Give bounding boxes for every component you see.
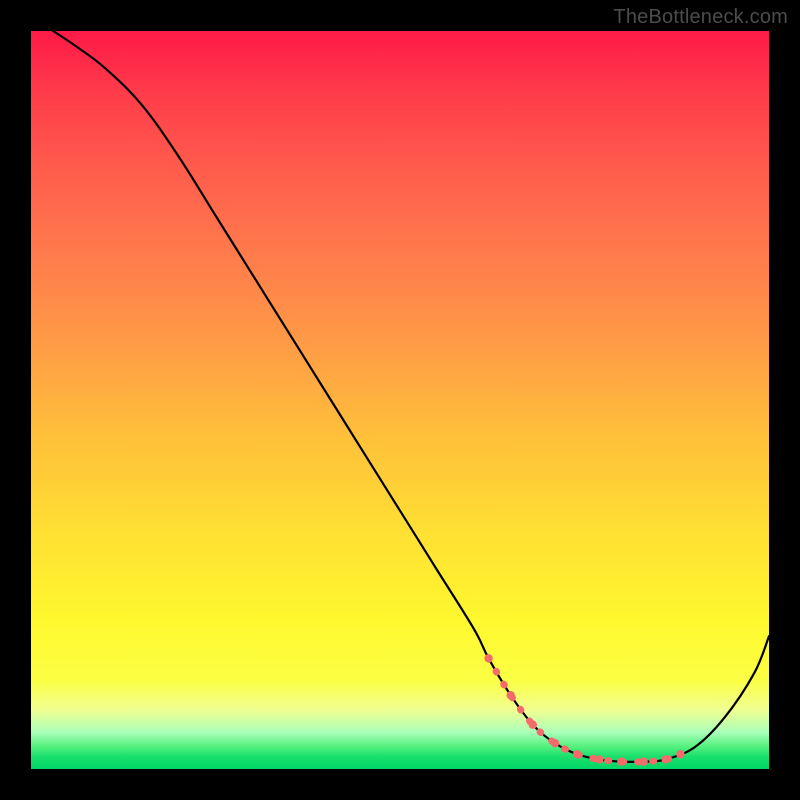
bottleneck-curve-svg <box>31 31 769 769</box>
optimal-zone-dot <box>639 757 647 765</box>
optimal-zone-dot <box>676 750 684 758</box>
watermark-text: TheBottleneck.com <box>613 6 788 29</box>
optimal-zone-dot <box>529 721 537 729</box>
optimal-zone-dot <box>661 755 669 763</box>
optimal-zone-dot <box>617 757 625 765</box>
optimal-zone-dots <box>484 654 684 766</box>
optimal-zone-dot <box>507 691 515 699</box>
optimal-zone-stroke <box>489 658 681 762</box>
optimal-zone-dot <box>595 755 603 763</box>
optimal-zone-dot <box>551 739 559 747</box>
bottleneck-curve <box>53 31 769 762</box>
optimal-zone-dot <box>573 750 581 758</box>
plot-area <box>31 31 769 769</box>
optimal-zone-dot <box>484 654 492 662</box>
chart-frame: TheBottleneck.com <box>0 0 800 800</box>
